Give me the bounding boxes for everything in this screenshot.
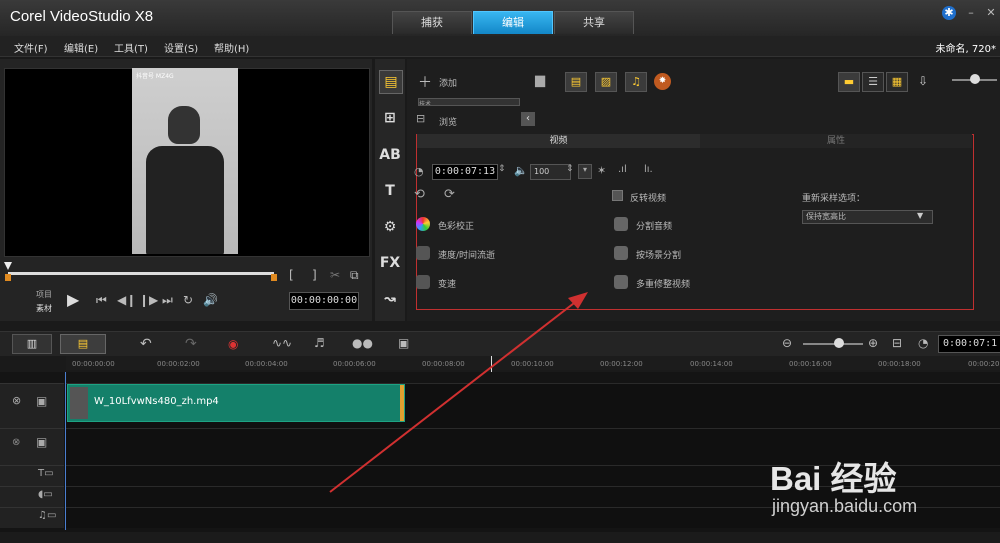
baidu-jingyan-logo: Bai 经验 (770, 460, 897, 497)
watermark-url: jingyan.baidu.com (772, 496, 918, 516)
